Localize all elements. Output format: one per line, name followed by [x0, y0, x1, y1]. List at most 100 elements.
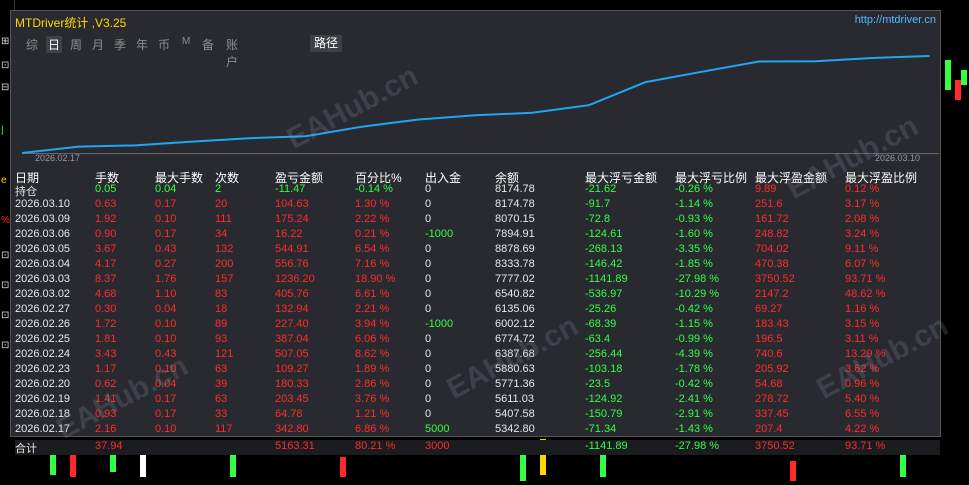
equity-point-2026.02.23 [304, 135, 307, 137]
cell-max-float-loss: -91.7 [585, 198, 611, 210]
cell-max-float-profit: 205.92 [755, 363, 789, 375]
tab-notes[interactable]: 备 [202, 36, 214, 53]
cell-deposit: -1000 [425, 318, 454, 330]
cell-max-lots: 0.10 [155, 213, 177, 225]
cell-max-lots: 0.43 [155, 348, 177, 360]
cell-max-lots: 0.17 [155, 393, 177, 405]
tab-day[interactable]: 日 [46, 36, 63, 53]
cell-max-float-loss: -25.26 [585, 303, 617, 315]
table-row: 2026.03.02 4.68 1.10 83 405.76 6.61 % 0 6540.82… [15, 288, 940, 303]
cell-percent: 1.30 % [355, 198, 390, 210]
cell-max-lots: 1.76 [155, 273, 177, 285]
cell-deposit: 0 [425, 273, 432, 285]
cell-max-float-profit-pct: 9.11 % [845, 243, 879, 255]
background-candle [340, 457, 346, 477]
cell-max-float-loss-pct: -2.41 % [675, 393, 713, 405]
cell-deposit: 0 [425, 288, 432, 300]
table-row: 2026.02.19 1.41 0.17 63 203.45 3.76 % 0 5611.03… [15, 393, 940, 408]
cell-max-float-profit: 704.02 [755, 243, 789, 255]
cell-max-float-loss-pct: -1.60 % [675, 228, 713, 240]
cell-deposit: 0 [425, 348, 432, 360]
cell-percent: 7.16 % [355, 258, 390, 270]
cell-count: 18 [215, 303, 228, 315]
cell-max-float-profit: 251.6 [755, 198, 783, 210]
tab-month[interactable]: 月 [92, 36, 104, 53]
table-row: 2026.02.24 3.43 0.43 121 507.05 8.62 % 0 6387.6… [15, 348, 940, 363]
equity-point-2026.02.19 [191, 140, 193, 143]
background-candle [945, 60, 951, 90]
tab-year[interactable]: 年 [136, 36, 148, 53]
cell-date: 2026.03.10 [15, 198, 71, 210]
route-button[interactable]: 路径 [310, 35, 343, 52]
equity-point-2026.02.27 [531, 111, 533, 114]
cell-balance: 5407.58 [495, 408, 535, 420]
cell-max-float-profit: 9.89 [755, 183, 777, 195]
cell-date: 2026.03.09 [15, 213, 71, 225]
table-row: 2026.03.09 1.92 0.10 111 175.24 2.22 % 0 8070.1… [15, 213, 940, 228]
tab-summary[interactable]: 综 [26, 36, 38, 53]
cell-date: 2026.03.04 [15, 258, 71, 270]
cell-max-float-profit: 278.72 [755, 393, 789, 405]
cell-lots: 2.16 [95, 423, 117, 435]
equity-point-2026.03.05 [758, 60, 760, 63]
cell-deposit: 5000 [425, 423, 450, 435]
equity-series-line [22, 55, 930, 154]
cell-max-float-profit-pct: 0.12 % [845, 183, 880, 195]
cell-lots: 4.17 [95, 258, 117, 270]
cell-balance: 8070.15 [495, 213, 535, 225]
cell-max-float-profit: 248.82 [755, 228, 789, 240]
cell-max-lots: 0.10 [155, 318, 177, 330]
cell-max-lots: 0.17 [155, 228, 177, 240]
cell-max-lots: 0.17 [155, 198, 177, 210]
cell-count: 89 [215, 318, 228, 330]
cell-deposit: 0 [425, 243, 432, 255]
cell-date: 2026.02.17 [15, 423, 71, 435]
cell-lots: 0.30 [95, 303, 117, 315]
tab-currency[interactable]: 币 [158, 36, 170, 53]
cell-max-float-loss: -71.34 [585, 423, 617, 435]
cell-max-float-profit: 196.5 [755, 333, 783, 345]
cell-count: 117 [215, 423, 233, 435]
cell-balance: 8878.69 [495, 243, 535, 255]
tab-quarter[interactable]: 季 [114, 36, 126, 53]
equity-point-2026.03.10 [928, 55, 930, 57]
cell-max-float-loss-pct: -27.98 % [675, 440, 720, 452]
cell-percent: 6.86 % [355, 423, 390, 435]
equity-point-2026.02.17 [77, 145, 80, 148]
cell-profit: 203.45 [275, 393, 309, 405]
cell-balance: 5342.80 [495, 423, 535, 435]
cell-date: 合计 [15, 443, 37, 455]
equity-point-2026.02.18 [134, 144, 137, 147]
cell-count: 34 [215, 228, 228, 240]
table-row: 2026.02.23 1.17 0.10 63 109.27 1.89 % 0 5880.63… [15, 363, 940, 378]
cell-percent: 1.89 % [355, 363, 390, 375]
cell-percent: 3.94 % [355, 318, 390, 330]
cell-lots: 0.90 [95, 228, 117, 240]
cell-balance: 7894.91 [495, 228, 535, 240]
cell-balance: 5880.63 [495, 363, 535, 375]
cell-max-lots: 0.27 [155, 258, 177, 270]
cell-max-float-profit-pct: 93.71 % [845, 273, 886, 285]
website-link[interactable]: http://mtdriver.cn [855, 14, 936, 26]
cell-max-float-profit: 54.68 [755, 378, 783, 390]
table-row: 2026.02.20 0.62 0.04 39 180.33 2.86 % 0 5771.36… [15, 378, 940, 393]
cell-date: 持仓 [15, 186, 37, 198]
cell-max-float-profit: 740.6 [755, 348, 783, 360]
table-row: 2026.02.26 1.72 0.10 89 227.40 3.94 % -1000 600… [15, 318, 940, 333]
cell-max-float-profit-pct: 3.62 % [845, 363, 880, 375]
cell-profit: 507.05 [275, 348, 309, 360]
cell-count: 132 [215, 243, 234, 255]
cell-count: 157 [215, 273, 234, 285]
cell-max-float-profit: 2147.2 [755, 288, 789, 300]
tab-week[interactable]: 周 [70, 36, 82, 53]
cell-deposit: 0 [425, 258, 432, 270]
cell-max-float-loss: -256.44 [585, 348, 623, 360]
cell-max-float-profit: 470.38 [755, 258, 789, 270]
cell-max-float-loss: -146.42 [585, 258, 623, 270]
tab-magic[interactable]: M [182, 36, 190, 47]
cell-max-lots: 1.10 [155, 288, 177, 300]
cell-profit: 556.76 [275, 258, 309, 270]
cell-deposit: 0 [425, 333, 432, 345]
chart-x-tick-start: 2026.02.17 [35, 153, 81, 163]
cell-date: 2026.03.02 [15, 288, 71, 300]
